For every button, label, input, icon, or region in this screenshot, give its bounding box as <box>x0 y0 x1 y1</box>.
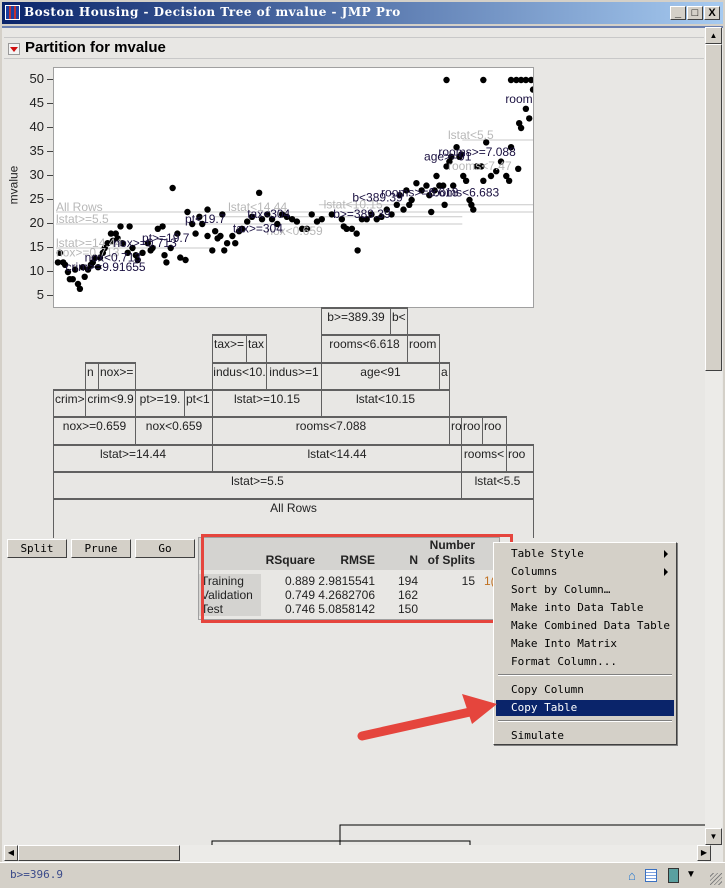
home-icon[interactable]: ⌂ <box>628 869 642 883</box>
status-text: b>=396.9 <box>10 868 63 881</box>
scroll-down-button[interactable]: ▼ <box>705 828 722 845</box>
scroll-up-button[interactable]: ▲ <box>705 27 722 44</box>
horizontal-scroll-thumb[interactable] <box>18 845 180 861</box>
scroll-right-button[interactable]: ▶ <box>697 845 711 861</box>
data-table-icon[interactable] <box>645 869 657 882</box>
scroll-left-button[interactable]: ◀ <box>4 845 18 861</box>
vertical-scroll-thumb[interactable] <box>705 44 722 371</box>
tree-connector-lines <box>211 824 708 848</box>
dropdown-arrow-icon[interactable]: ▼ <box>686 869 696 880</box>
resize-grip-icon[interactable] <box>710 873 722 885</box>
horizontal-scrollbar[interactable]: ◀ ▶ <box>4 845 711 862</box>
status-bar: b>=396.9 ⌂ ▼ <box>0 862 725 888</box>
window-list-icon[interactable] <box>668 868 679 883</box>
vertical-scrollbar[interactable]: ▲ ▼ <box>705 27 722 845</box>
